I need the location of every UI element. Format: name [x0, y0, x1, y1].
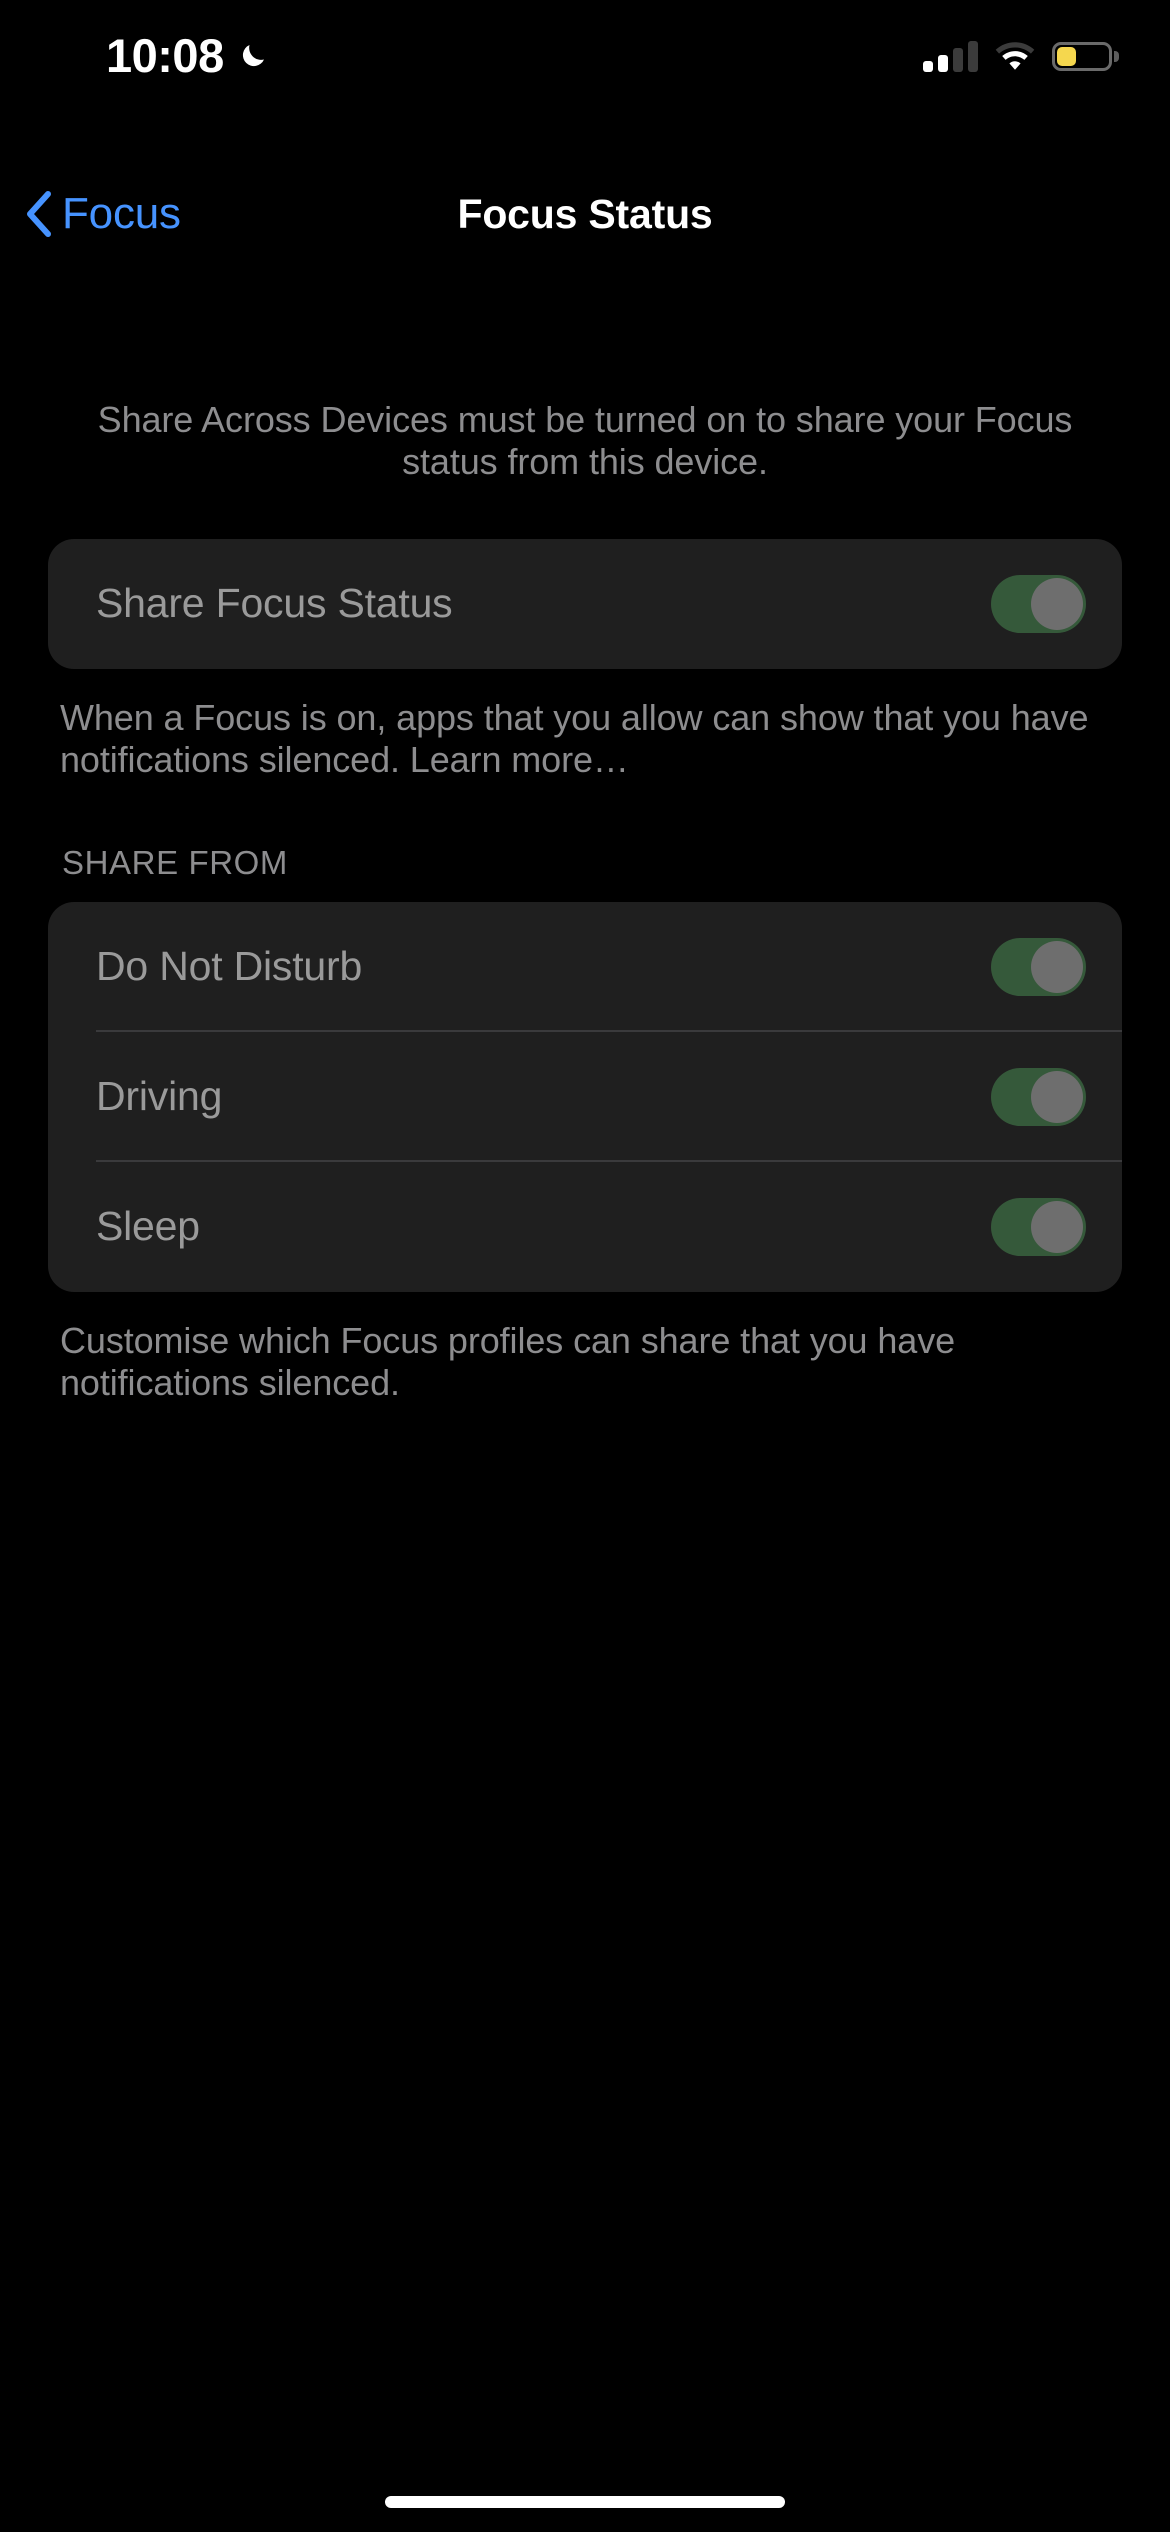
status-bar-left: 10:08: [106, 32, 270, 79]
row-label-sleep: Sleep: [96, 1203, 200, 1250]
cellular-signal-icon: [923, 41, 978, 72]
wifi-icon: [995, 41, 1035, 71]
toggle-knob: [1031, 1201, 1083, 1253]
toggle-do-not-disturb[interactable]: [991, 938, 1086, 996]
toggle-knob: [1031, 578, 1083, 630]
page-title: Focus Status: [0, 175, 1170, 253]
share-focus-status-group: Share Focus Status: [48, 539, 1122, 669]
header-note: Share Across Devices must be turned on t…: [0, 253, 1170, 484]
battery-fill: [1057, 47, 1076, 66]
toggle-driving[interactable]: [991, 1068, 1086, 1126]
row-label-do-not-disturb: Do Not Disturb: [96, 943, 362, 990]
settings-content: Share Across Devices must be turned on t…: [0, 253, 1170, 1405]
share-focus-status-note-block: When a Focus is on, apps that you allow …: [0, 697, 1170, 782]
navigation-bar: Focus Focus Status: [0, 175, 1170, 253]
status-bar: 10:08: [0, 0, 1170, 100]
battery-icon: [1052, 42, 1112, 71]
share-from-note-block: Customise which Focus profiles can share…: [0, 1320, 1170, 1405]
status-bar-clock: 10:08: [106, 32, 224, 79]
toggle-knob: [1031, 1071, 1083, 1123]
moon-icon: [238, 39, 270, 71]
row-sleep[interactable]: Sleep: [48, 1162, 1122, 1292]
status-bar-right: [923, 41, 1112, 72]
row-do-not-disturb[interactable]: Do Not Disturb: [48, 902, 1122, 1032]
share-from-note: Customise which Focus profiles can share…: [60, 1320, 1110, 1405]
toggle-share-focus-status[interactable]: [991, 575, 1086, 633]
share-from-group: Do Not Disturb Driving Sleep: [48, 902, 1122, 1292]
row-driving[interactable]: Driving: [48, 1032, 1122, 1162]
home-indicator[interactable]: [385, 2496, 785, 2508]
toggle-sleep[interactable]: [991, 1198, 1086, 1256]
share-focus-status-note: When a Focus is on, apps that you allow …: [60, 697, 1110, 782]
toggle-knob: [1031, 941, 1083, 993]
section-header-share-from: SHARE FROM: [0, 844, 1170, 882]
row-label-driving: Driving: [96, 1073, 222, 1120]
row-label-share-focus-status: Share Focus Status: [96, 580, 452, 627]
row-share-focus-status[interactable]: Share Focus Status: [48, 539, 1122, 669]
